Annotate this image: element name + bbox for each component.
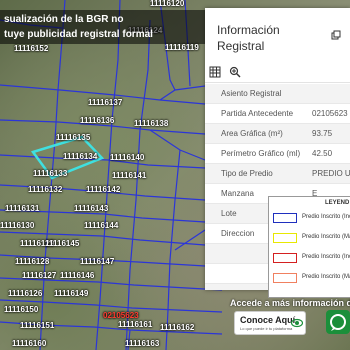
attribute-key: Perímetro Gráfico (ml) [221, 149, 301, 158]
attribute-key: Area Gráfica (m²) [221, 129, 283, 138]
parcel-label[interactable]: 11116150 [4, 306, 38, 314]
parcel-label[interactable]: 11116128 [15, 258, 49, 266]
eye-icon [291, 318, 303, 328]
whatsapp-icon [330, 314, 346, 331]
parcel-label[interactable]: 11116126 [8, 290, 42, 298]
attribute-key: Tipo de Predio [221, 169, 273, 178]
parcel-label[interactable]: 11116119 [165, 44, 199, 52]
promo-area: Accede a más información de Conoce Aquí … [222, 294, 350, 350]
parcel-label[interactable]: 11116142 [86, 186, 120, 194]
attribute-row: Partida Antecedente 02105623 [205, 104, 350, 124]
parcel-label[interactable]: 11116143 [74, 205, 108, 213]
parcel-label[interactable]: 11116161 [118, 321, 152, 329]
parcel-label[interactable]: 11116151 [20, 322, 54, 330]
conoce-aqui-button[interactable]: Conoce Aquí Lo que puede ir tu plataform… [234, 311, 306, 335]
promo-text: Accede a más información de [230, 298, 350, 308]
parcel-label[interactable]: 11116140 [110, 154, 144, 162]
legend-swatch [273, 213, 297, 223]
legend-label: Predio Inscrito (Ma [302, 274, 350, 280]
parcel-label[interactable]: 11116149 [54, 290, 88, 298]
parcel-label[interactable]: 11116141 [112, 172, 146, 180]
attribute-value: 42.50 [312, 149, 333, 158]
attribute-row: Perímetro Gráfico (ml) 42.50 [205, 144, 350, 164]
conoce-aqui-sublabel: Lo que puede ir tu plataforma [240, 326, 293, 331]
parcel-label[interactable]: 11116145 [45, 240, 79, 248]
parcel-label[interactable]: 02105623 [103, 312, 139, 320]
legend-swatch [273, 273, 297, 283]
legend-swatch [273, 233, 297, 243]
parcel-label[interactable]: 11116133 [33, 170, 67, 178]
panel-toolbar [205, 64, 350, 83]
parcel-label[interactable]: 11116136 [80, 117, 114, 125]
attribute-row: Tipo de Predio PREDIO UR [205, 164, 350, 184]
attribute-key: Direccion [221, 229, 255, 238]
attribute-key: Asiento Registral [221, 89, 282, 98]
attribute-key: Lote [221, 209, 237, 218]
pin-icon[interactable] [331, 30, 341, 40]
attribute-value: PREDIO UR [312, 169, 350, 178]
parcel-label[interactable]: 11116163 [125, 340, 159, 348]
attribute-value: 02105623 [312, 109, 348, 118]
attribute-row: Area Gráfica (m²) 93.75 [205, 124, 350, 144]
parcel-label[interactable]: 11116144 [84, 222, 118, 230]
panel-title: Información Registral [217, 22, 280, 54]
legend-panel: LEYEND Predio Inscrito (Inc Predio Inscri… [268, 196, 350, 298]
legend-label: Predio Inscrito (Ma [302, 234, 350, 240]
disclaimer-banner: sualización de la BGR no tuye publicidad… [0, 10, 213, 44]
parcel-label[interactable]: 11116137 [88, 99, 122, 107]
parcel-label[interactable]: 11116152 [14, 45, 48, 53]
attribute-key: Manzana [221, 189, 254, 198]
parcel-label[interactable]: 11116162 [160, 324, 194, 332]
parcel-label[interactable]: 11116130 [0, 222, 34, 230]
legend-label: Predio Inscrito (Inc [302, 254, 350, 260]
parcel-label[interactable]: 11116160 [12, 340, 46, 348]
parcel-label[interactable]: 11116135 [56, 134, 90, 142]
parcel-label[interactable]: 11116127 [22, 272, 56, 280]
parcel-label[interactable]: 11116146 [60, 272, 94, 280]
whatsapp-button[interactable] [326, 310, 350, 334]
parcel-label[interactable]: 11116131 [5, 205, 39, 213]
banner-line-1: sualización de la BGR no [4, 14, 124, 25]
panel-title-line-1: Información [217, 23, 280, 37]
parcel-label[interactable]: 11116132 [28, 186, 62, 194]
parcel-label[interactable]: 11116120 [150, 0, 184, 8]
attribute-key: Partida Antecedente [221, 109, 294, 118]
attribute-value: 93.75 [312, 129, 333, 138]
attribute-row: Asiento Registral [205, 84, 350, 104]
table-icon[interactable] [209, 66, 221, 78]
legend-label: Predio Inscrito (Inc [302, 214, 350, 220]
zoom-to-icon[interactable] [229, 66, 241, 78]
parcel-label[interactable]: 11116134 [63, 153, 97, 161]
legend-swatch [273, 253, 297, 263]
parcel-label[interactable]: 11116138 [134, 120, 168, 128]
legend-title: LEYEND [325, 200, 350, 206]
conoce-aqui-label: Conoce Aquí [240, 315, 296, 325]
attribute-key: Unidad Catas [221, 289, 269, 290]
panel-title-line-2: Registral [217, 39, 265, 53]
banner-line-2: tuye publicidad registral formal [4, 29, 153, 40]
parcel-label[interactable]: 11116147 [80, 258, 114, 266]
